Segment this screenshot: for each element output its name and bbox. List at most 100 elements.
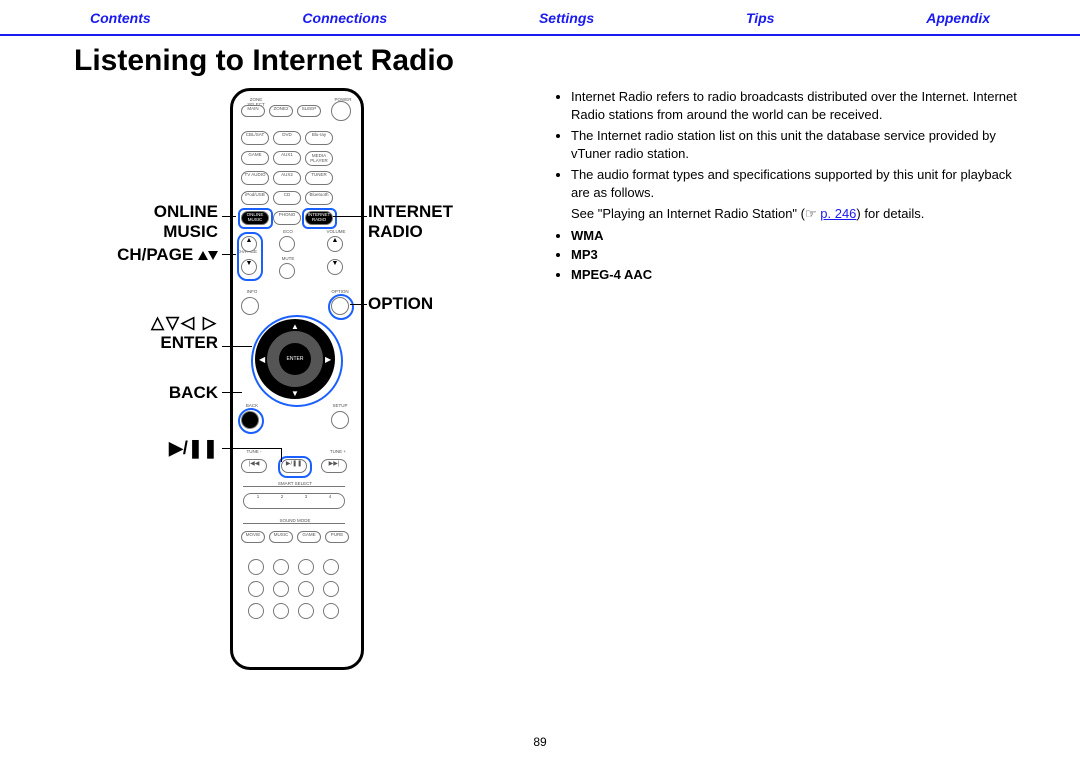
remote-vol-up: ▲ — [327, 236, 343, 252]
highlight-online-music — [238, 208, 273, 229]
remote-info-btn — [241, 297, 259, 315]
highlight-option — [328, 294, 354, 320]
callout-chpage: CH/PAGE — [68, 245, 218, 265]
remote-power-btn — [331, 101, 351, 121]
remote-zone2-btn: ZONE2 — [269, 105, 293, 117]
remote-aux1: AUX1 — [273, 151, 301, 165]
bullet-1: Internet Radio refers to radio broadcast… — [571, 88, 1030, 123]
highlight-chpage — [237, 232, 263, 281]
line-enter — [222, 346, 252, 347]
remote-dvd: DVD — [273, 131, 301, 145]
see-prefix: See "Playing an Internet Radio Station" … — [571, 206, 805, 221]
callout-option: OPTION — [368, 294, 528, 314]
callout-chpage-text: CH/PAGE — [117, 245, 193, 264]
callout-arrows-enter: △▽◁ ▷ ENTER — [88, 313, 218, 352]
format-mpeg4aac: MPEG-4 AAC — [571, 266, 1030, 284]
remote-info-label: INFO — [237, 289, 267, 294]
highlight-playpause — [278, 456, 312, 478]
callout-internet-radio: INTERNET RADIO — [368, 202, 528, 241]
num-5 — [248, 581, 264, 597]
callout-internet-radio-l2: RADIO — [368, 222, 423, 241]
remote-music-mode: MUSIC — [269, 531, 293, 543]
nav-tips[interactable]: Tips — [746, 10, 775, 26]
remote-mute-btn — [279, 263, 295, 279]
num-11 — [298, 603, 314, 619]
remote-prev-btn: |◀◀ — [241, 459, 267, 473]
callout-playpause: ▶/❚❚ — [88, 438, 218, 459]
remote-eco-btn — [279, 236, 295, 252]
divider-1 — [243, 486, 345, 487]
remote-sleep-btn: SLEEP — [297, 105, 321, 117]
num-1 — [248, 559, 264, 575]
remote-media-player: MEDIA PLAYER — [305, 151, 333, 166]
remote-game: GAME — [241, 151, 269, 165]
num-4 — [323, 559, 339, 575]
remote-main-btn: MAIN — [241, 105, 265, 117]
remote-setup-btn — [331, 411, 349, 429]
chpage-up-icon — [198, 251, 208, 260]
line-option — [350, 304, 367, 305]
remote-aux2: AUX2 — [273, 171, 301, 185]
remote-mute-label: MUTE — [273, 256, 303, 261]
callout-internet-radio-l1: INTERNET — [368, 202, 453, 221]
chpage-down-icon — [208, 251, 218, 260]
nav-appendix[interactable]: Appendix — [926, 10, 990, 26]
remote-setup-label: SETUP — [325, 403, 355, 408]
remote-vol-down: ▼ — [327, 259, 343, 275]
callout-back: BACK — [88, 383, 218, 403]
see-suffix: ) for details. — [856, 206, 924, 221]
remote-smart-select: SMART SELECT — [275, 481, 315, 486]
remote-tuner: TUNER — [305, 171, 333, 185]
format-wma: WMA — [571, 227, 1030, 245]
remote-outline: ZONE SELECT POWER MAIN ZONE2 SLEEP CBL/S… — [230, 88, 364, 670]
line-chpage — [222, 254, 236, 255]
callout-online-music: ONLINE MUSIC — [88, 202, 218, 241]
num-6 — [273, 581, 289, 597]
callout-enter: ENTER — [160, 333, 218, 352]
bullet-3: The audio format types and specification… — [571, 166, 1030, 201]
callout-online-music-l2: MUSIC — [163, 222, 218, 241]
remote-tvaudio: TV AUDIO — [241, 171, 269, 185]
line-internet-radio — [333, 216, 367, 217]
description-column: Internet Radio refers to radio broadcast… — [555, 88, 1030, 285]
callout-online-music-l1: ONLINE — [154, 202, 218, 221]
num-10 — [273, 603, 289, 619]
top-nav: Contents Connections Settings Tips Appen… — [0, 0, 1080, 36]
remote-next-btn: ▶▶| — [321, 459, 347, 473]
remote-movie: MOVIE — [241, 531, 265, 543]
highlight-dpad — [251, 315, 343, 407]
remote-tune-plus: TUNE + — [323, 449, 353, 454]
highlight-back — [238, 408, 264, 434]
num-3 — [298, 559, 314, 575]
format-mp3: MP3 — [571, 246, 1030, 264]
remote-bluray: Blu-ray — [305, 131, 333, 145]
num-2 — [273, 559, 289, 575]
divider-2 — [243, 523, 345, 524]
remote-phono: PHONO — [273, 211, 301, 225]
page-number: 89 — [0, 735, 1080, 749]
callout-arrows: △▽◁ ▷ — [151, 313, 218, 332]
highlight-internet-radio — [302, 208, 337, 229]
see-hand-icon: ☞ — [805, 206, 817, 221]
num-7 — [298, 581, 314, 597]
remote-sound-mode: SOUND MODE — [275, 518, 315, 523]
nav-contents[interactable]: Contents — [90, 10, 151, 26]
nav-connections[interactable]: Connections — [302, 10, 387, 26]
page-title: Listening to Internet Radio — [74, 44, 1080, 78]
bullet-2: The Internet radio station list on this … — [571, 127, 1030, 162]
remote-diagram: ZONE SELECT POWER MAIN ZONE2 SLEEP CBL/S… — [230, 88, 358, 668]
nav-settings[interactable]: Settings — [539, 10, 594, 26]
see-link[interactable]: p. 246 — [820, 206, 856, 221]
remote-volume-label: VOLUME — [321, 229, 351, 234]
line-back — [222, 392, 242, 393]
num-8 — [323, 581, 339, 597]
num-9 — [248, 603, 264, 619]
remote-ipodusb: iPod/USB — [241, 191, 269, 205]
remote-pure: PURE — [325, 531, 349, 543]
remote-smart-row: 1234 — [243, 493, 345, 509]
remote-cd: CD — [273, 191, 301, 205]
remote-eco-label: ECO — [273, 229, 303, 234]
line-playpause — [222, 448, 282, 449]
remote-bluetooth: Bluetooth — [305, 191, 333, 205]
remote-game-mode: GAME — [297, 531, 321, 543]
